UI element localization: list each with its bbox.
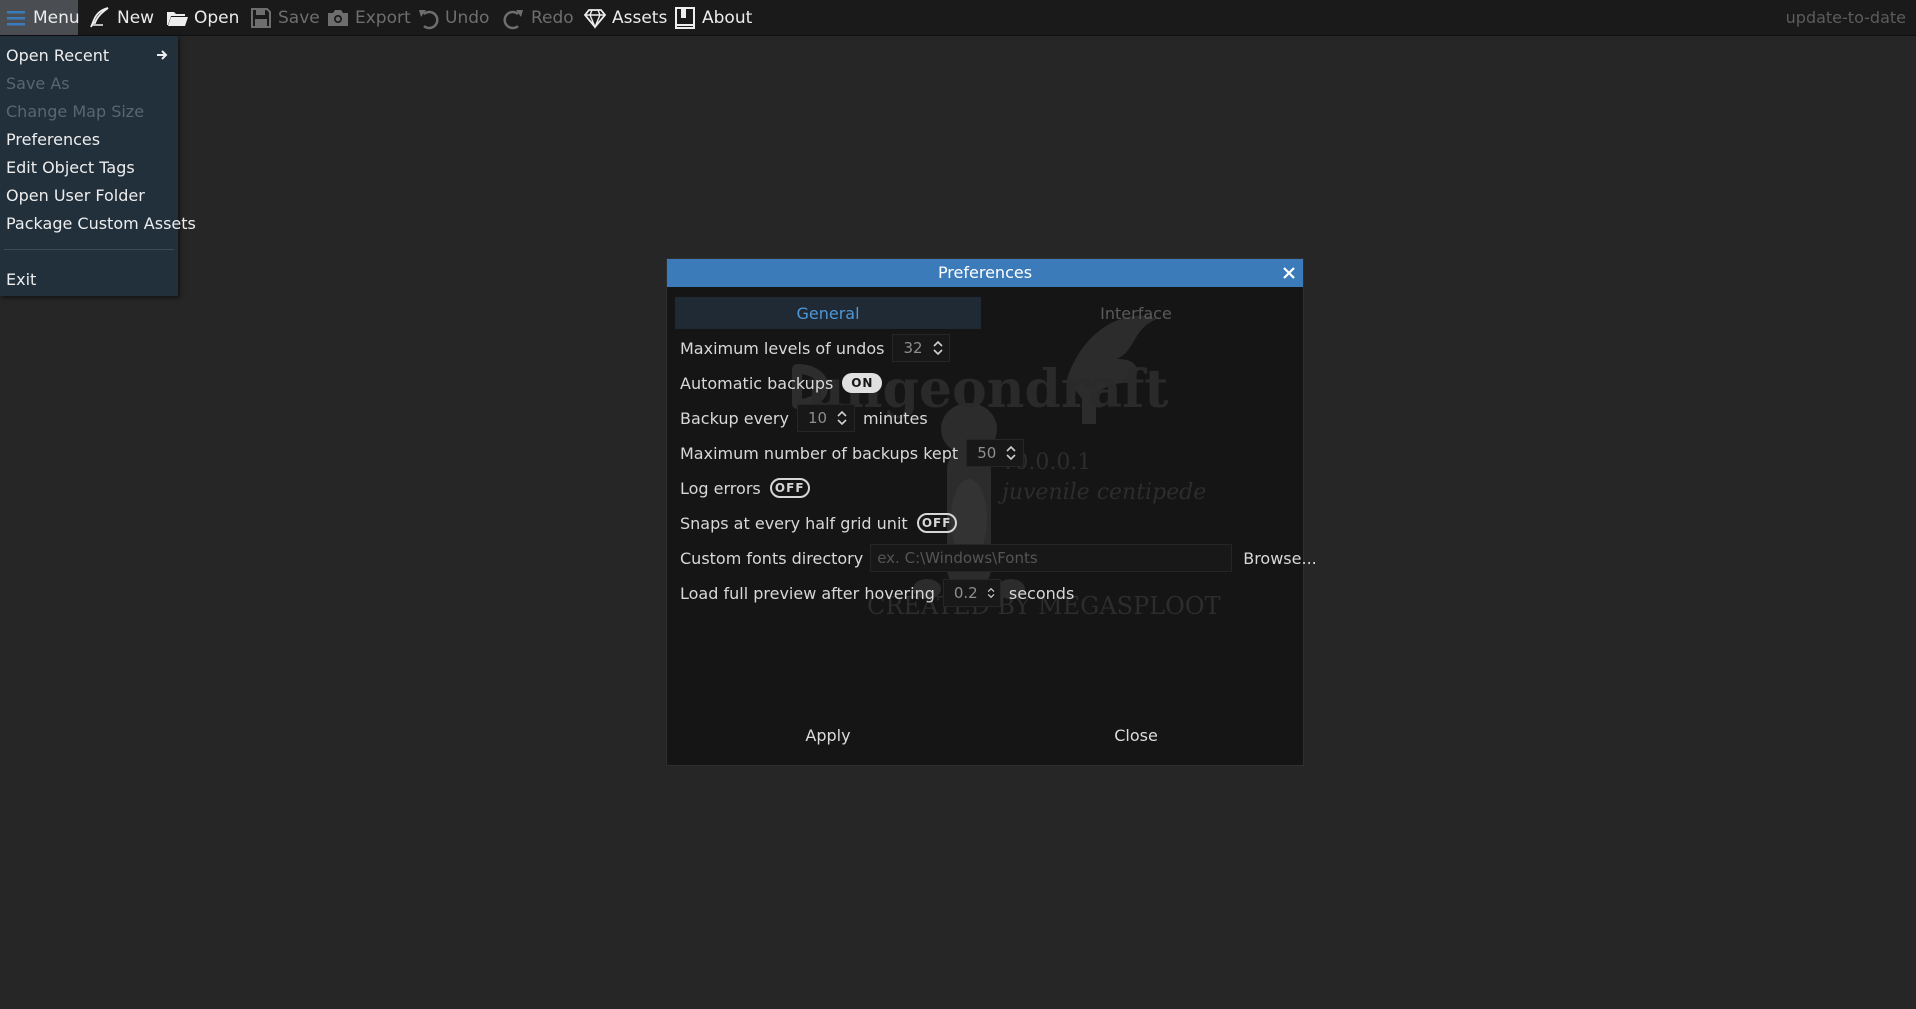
menu-item-edit-object-tags[interactable]: Edit Object Tags xyxy=(6,154,172,180)
max-backups-label: Maximum number of backups kept xyxy=(680,443,959,463)
redo-label: Redo xyxy=(531,7,574,28)
menu-item-label: Preferences xyxy=(6,129,101,149)
log-errors-toggle[interactable]: OFF xyxy=(769,478,810,498)
menu-item-label: Save As xyxy=(6,73,70,93)
preview-value: 0.2 xyxy=(953,584,978,602)
gem-icon xyxy=(583,8,607,29)
export-label: Export xyxy=(355,7,411,28)
undos-spinbox[interactable]: 32 xyxy=(892,334,951,362)
dialog-title: Preferences xyxy=(937,263,1033,282)
redo-icon xyxy=(503,9,523,29)
apply-button[interactable]: Apply xyxy=(675,719,981,751)
menu-separator xyxy=(4,249,174,250)
backup-every-unit: minutes xyxy=(862,408,928,428)
auto-backups-label: Automatic backups xyxy=(680,373,834,393)
folder-open-icon xyxy=(167,11,188,26)
menu-item-open-user-folder[interactable]: Open User Folder xyxy=(6,182,172,208)
pref-row-fonts-dir: Custom fonts directory ex. C:\Windows\Fo… xyxy=(680,543,1317,573)
menu-button[interactable]: Menu xyxy=(0,0,80,35)
menu-item-preferences[interactable]: Preferences xyxy=(6,126,172,152)
auto-backups-toggle[interactable]: ON xyxy=(842,373,883,393)
pref-row-auto-backups: Automatic backups ON xyxy=(680,368,883,398)
menu-label: Menu xyxy=(33,7,80,28)
menu-item-label: Open User Folder xyxy=(6,185,145,205)
update-status: update-to-date xyxy=(1785,8,1906,27)
fonts-dir-label: Custom fonts directory xyxy=(680,548,864,568)
top-toolbar: Menu New Open Save Export Undo Redo Asse… xyxy=(0,0,1916,36)
menu-item-exit[interactable]: Exit xyxy=(6,266,172,292)
menu-item-change-map-size[interactable]: Change Map Size xyxy=(6,98,172,124)
spinner-arrows-icon[interactable] xyxy=(835,411,849,425)
undo-icon xyxy=(419,9,439,29)
redo-button[interactable]: Redo xyxy=(502,0,574,35)
new-label: New xyxy=(117,7,155,28)
save-label: Save xyxy=(278,7,320,28)
save-button[interactable]: Save xyxy=(249,0,320,35)
preview-unit: seconds xyxy=(1008,583,1075,603)
open-button[interactable]: Open xyxy=(165,0,239,35)
pref-row-log-errors: Log errors OFF xyxy=(680,473,810,503)
assets-label: Assets xyxy=(612,7,668,28)
export-button[interactable]: Export xyxy=(326,0,411,35)
menu-item-package-custom-assets[interactable]: Package Custom Assets xyxy=(6,210,196,236)
max-backups-spinbox[interactable]: 50 xyxy=(966,439,1025,467)
pref-row-undos: Maximum levels of undos 32 xyxy=(680,333,951,363)
half-grid-label: Snaps at every half grid unit xyxy=(680,513,908,533)
spinner-arrows-icon[interactable] xyxy=(986,586,996,600)
hamburger-icon xyxy=(7,10,25,25)
quill-icon xyxy=(90,6,109,27)
backup-every-spinbox[interactable]: 10 xyxy=(796,404,855,432)
pref-row-max-backups: Maximum number of backups kept 50 xyxy=(680,438,1025,468)
pref-row-preview: Load full preview after hovering 0.2 sec… xyxy=(680,578,1074,608)
max-backups-value: 50 xyxy=(977,444,997,462)
close-button[interactable]: Close xyxy=(983,719,1289,751)
pref-row-backup-every: Backup every 10 minutes xyxy=(680,403,928,433)
preferences-dialog: Preferences ungeondraft v0.0.0.1 juvenil… xyxy=(666,258,1317,766)
undo-button[interactable]: Undo xyxy=(416,0,489,35)
about-button[interactable]: About xyxy=(673,0,752,35)
svg-text:juvenile centipede: juvenile centipede xyxy=(997,480,1206,505)
open-label: Open xyxy=(194,7,240,28)
spinner-arrows-icon[interactable] xyxy=(931,341,945,355)
log-errors-label: Log errors xyxy=(680,478,761,498)
fonts-dir-input[interactable]: ex. C:\Windows\Fonts xyxy=(870,544,1233,572)
menu-item-label: Change Map Size xyxy=(6,101,145,121)
preview-spinbox[interactable]: 0.2 xyxy=(942,579,1001,607)
menu-item-label: Exit xyxy=(6,269,37,289)
menu-item-label: Package Custom Assets xyxy=(6,213,196,233)
spinner-arrows-icon[interactable] xyxy=(1004,446,1018,460)
menu-item-label: Edit Object Tags xyxy=(6,157,135,177)
half-grid-toggle[interactable]: OFF xyxy=(916,513,957,533)
menu-item-open-recent[interactable]: Open Recent xyxy=(6,42,172,68)
undos-label: Maximum levels of undos xyxy=(680,338,885,358)
pref-row-half-grid: Snaps at every half grid unit OFF xyxy=(680,508,957,538)
undos-value: 32 xyxy=(903,339,923,357)
tab-general[interactable]: General xyxy=(675,297,981,329)
backup-every-label: Backup every xyxy=(680,408,789,428)
assets-button[interactable]: Assets xyxy=(583,0,667,35)
floppy-icon xyxy=(251,7,271,28)
preview-label: Load full preview after hovering xyxy=(680,583,935,603)
arrow-right-icon xyxy=(157,50,168,60)
new-button[interactable]: New xyxy=(88,0,154,35)
dialog-titlebar[interactable]: Preferences xyxy=(667,259,1303,287)
close-icon[interactable] xyxy=(1281,265,1297,281)
undo-label: Undo xyxy=(445,7,490,28)
main-menu-dropdown: Open Recent Save As Change Map Size Pref… xyxy=(0,36,196,296)
about-label: About xyxy=(702,7,753,28)
menu-item-label: Open Recent xyxy=(6,45,110,65)
menu-item-save-as[interactable]: Save As xyxy=(6,70,172,96)
book-icon xyxy=(675,6,695,29)
backup-every-value: 10 xyxy=(807,409,828,427)
tab-interface[interactable]: Interface xyxy=(983,297,1289,329)
camera-icon xyxy=(328,9,348,26)
browse-button[interactable]: Browse... xyxy=(1243,549,1317,568)
